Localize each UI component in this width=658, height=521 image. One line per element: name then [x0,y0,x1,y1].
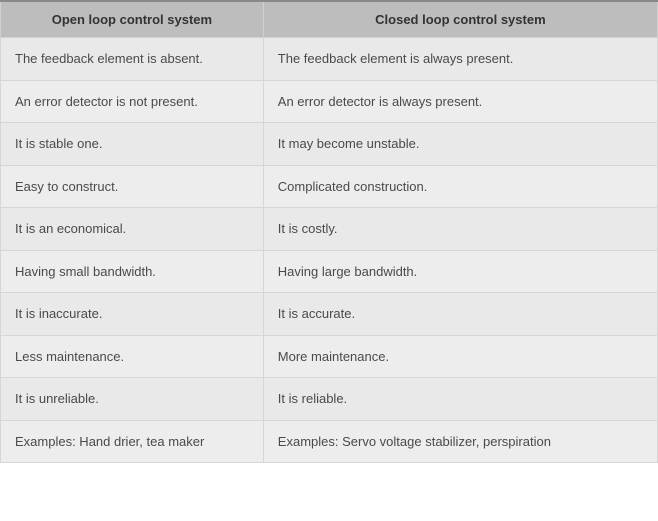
table-row: Less maintenance. More maintenance. [1,335,658,378]
cell-open: Having small bandwidth. [1,250,264,293]
table-row: Having small bandwidth. Having large ban… [1,250,658,293]
cell-closed: It is reliable. [263,378,657,421]
table-row: The feedback element is absent. The feed… [1,38,658,81]
cell-open: An error detector is not present. [1,80,264,123]
cell-closed: The feedback element is always present. [263,38,657,81]
cell-closed: Having large bandwidth. [263,250,657,293]
cell-open: It is unreliable. [1,378,264,421]
cell-open: Examples: Hand drier, tea maker [1,420,264,463]
cell-open: Easy to construct. [1,165,264,208]
cell-open: Less maintenance. [1,335,264,378]
table-row: Examples: Hand drier, tea maker Examples… [1,420,658,463]
table-row: It is stable one. It may become unstable… [1,123,658,166]
cell-open: It is stable one. [1,123,264,166]
table-row: It is an economical. It is costly. [1,208,658,251]
comparison-table: Open loop control system Closed loop con… [0,0,658,463]
cell-closed: Examples: Servo voltage stabilizer, pers… [263,420,657,463]
cell-closed: More maintenance. [263,335,657,378]
cell-closed: An error detector is always present. [263,80,657,123]
cell-open: The feedback element is absent. [1,38,264,81]
column-header-open-loop: Open loop control system [1,1,264,38]
column-header-closed-loop: Closed loop control system [263,1,657,38]
table-row: It is unreliable. It is reliable. [1,378,658,421]
cell-open: It is an economical. [1,208,264,251]
cell-closed: It is costly. [263,208,657,251]
cell-closed: Complicated construction. [263,165,657,208]
table-row: Easy to construct. Complicated construct… [1,165,658,208]
table-body: The feedback element is absent. The feed… [1,38,658,463]
table-row: An error detector is not present. An err… [1,80,658,123]
cell-open: It is inaccurate. [1,293,264,336]
cell-closed: It may become unstable. [263,123,657,166]
table-row: It is inaccurate. It is accurate. [1,293,658,336]
cell-closed: It is accurate. [263,293,657,336]
